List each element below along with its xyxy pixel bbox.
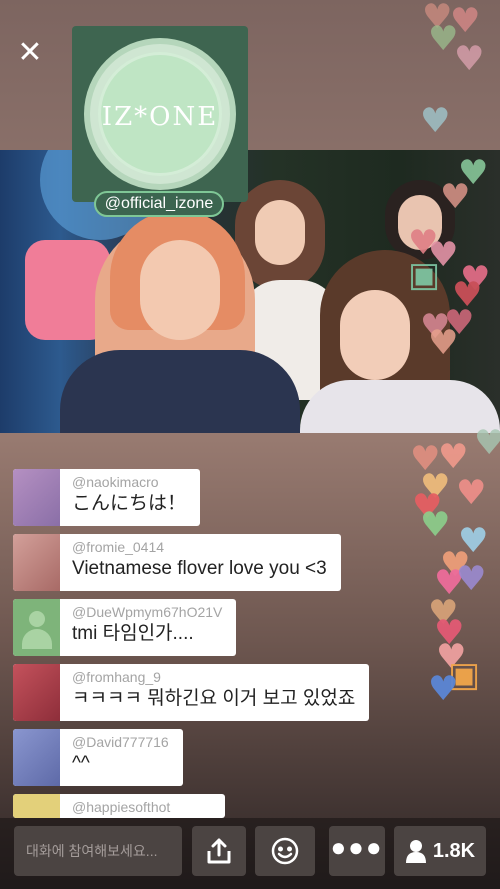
bottom-bar: ●●● 1.8K (0, 818, 500, 889)
avatar (13, 729, 60, 786)
avatar (13, 469, 60, 526)
comment-message: ㅋㅋㅋㅋ 뭐하긴요 이거 보고 있었죠 (72, 688, 356, 709)
heart-icon: ♥ (420, 505, 451, 545)
heart-icon: ♥ (456, 473, 487, 513)
share-button[interactable] (192, 826, 246, 876)
comment-username: @David777716 (72, 734, 169, 750)
emoji-sticker-icon (271, 837, 299, 865)
broadcaster-profile-card[interactable]: IZ*ONE (72, 26, 248, 202)
comment-item[interactable]: @David777716 ^^ (13, 729, 183, 786)
sticker-button[interactable] (255, 826, 315, 876)
brand-logo: IZ*ONE (84, 38, 236, 190)
comment-message: tmi 타임인가.... (72, 623, 194, 644)
default-avatar-icon (13, 599, 60, 656)
heart-icon: ♥ (474, 423, 500, 463)
avatar (13, 664, 60, 721)
camera-icon: ▣ (408, 255, 441, 295)
heart-icon: ♥ (420, 101, 451, 141)
heart-icon: ♥ (428, 323, 459, 363)
heart-icon: ♥ (440, 177, 471, 217)
avatar (13, 534, 60, 591)
share-icon (207, 838, 231, 864)
heart-icon: ♥ (456, 559, 487, 599)
comment-message: こんにちは！ (72, 493, 187, 514)
comment-message: ^^ (72, 753, 90, 774)
comment-message: Vietnamese flover love you <3 (72, 558, 327, 579)
heart-icon: ♥ (428, 669, 459, 709)
broadcaster-handle[interactable]: @official_izone (94, 191, 224, 217)
chat-input[interactable] (14, 826, 182, 876)
viewers-button[interactable]: 1.8K (394, 826, 486, 876)
comment-username: @naokimacro (72, 474, 159, 490)
more-button[interactable]: ●●● (329, 826, 385, 876)
comment-username: @DueWpmym67hO21V (72, 604, 223, 620)
comment-username: @fromhang_9 (72, 669, 161, 685)
comment-item[interactable]: @fromie_0414 Vietnamese flover love you … (13, 534, 341, 591)
viewer-count: 1.8K (432, 839, 476, 862)
more-icon: ●●● (330, 832, 384, 862)
avatar (13, 794, 60, 818)
comment-item[interactable]: @naokimacro こんにちは！ (13, 469, 201, 526)
heart-icon: ♥ (454, 39, 485, 79)
comment-username: @fromie_0414 (72, 539, 165, 555)
comment-username: @happiesofthot (72, 799, 171, 815)
logo-text: IZ*ONE (101, 102, 219, 132)
close-icon[interactable]: ✕ (14, 38, 46, 70)
comment-item[interactable]: @happiesofthot (13, 794, 225, 818)
comment-item[interactable]: @fromhang_9 ㅋㅋㅋㅋ 뭐하긴요 이거 보고 있었죠 (13, 664, 370, 721)
comment-item[interactable]: @DueWpmym67hO21V tmi 타임인가.... (13, 599, 237, 656)
person-icon (405, 840, 426, 863)
